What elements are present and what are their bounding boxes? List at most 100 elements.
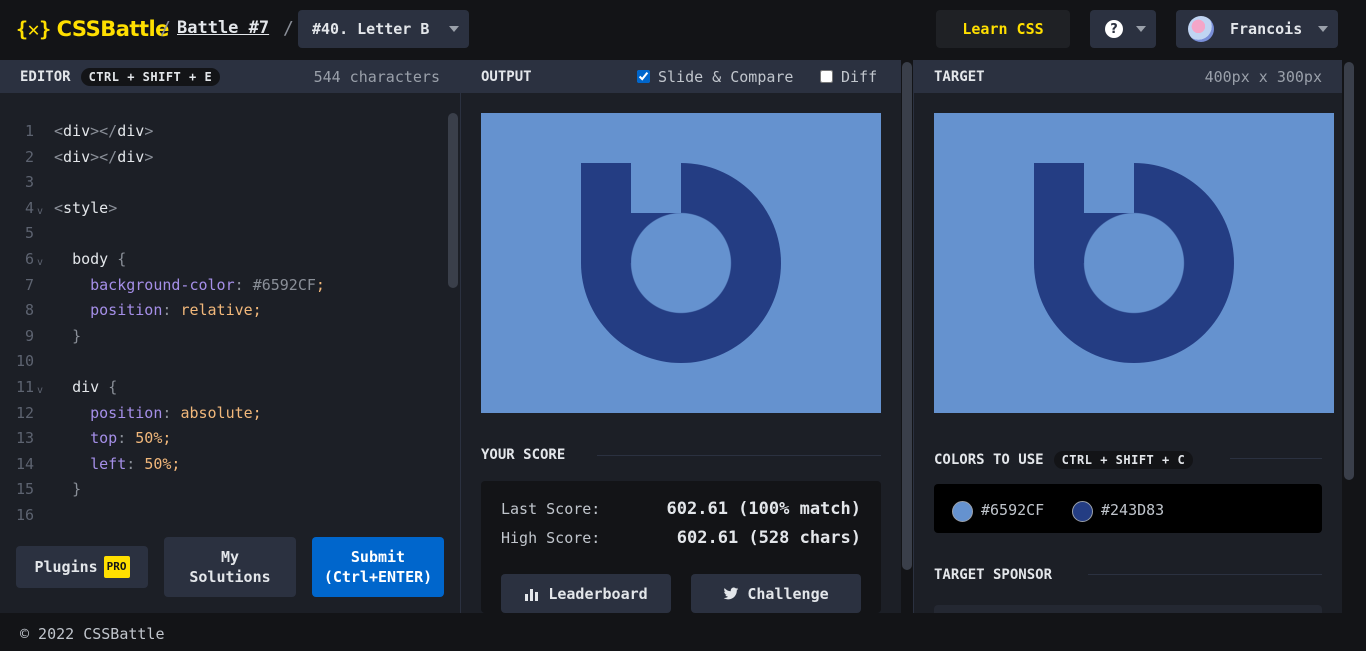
last-score-value: 602.61 (100% match) (666, 499, 861, 519)
your-score-title: YOUR SCORE (481, 447, 566, 463)
twitter-icon (724, 587, 739, 599)
breadcrumb-separator: / (160, 18, 171, 39)
diff-checkbox[interactable] (820, 70, 833, 83)
code-text: background-color: #6592CF; (90, 275, 325, 294)
color-swatch[interactable] (952, 501, 973, 522)
logo-mark-icon: {✕} (16, 17, 51, 41)
line-number: 10 (15, 352, 34, 371)
code-line[interactable]: 16 (0, 503, 445, 529)
plugins-label: Plugins (34, 558, 98, 576)
colors-shortcut-badge: CTRL + SHIFT + C (1053, 451, 1194, 469)
pro-badge: PRO (103, 556, 130, 578)
battle-link[interactable]: Battle #7 (177, 18, 269, 38)
submit-button[interactable]: Submit (Ctrl+ENTER) (312, 537, 444, 597)
line-number: 12 (15, 403, 34, 422)
code-line[interactable]: 2 <div></div> (0, 145, 445, 171)
code-line[interactable]: 6v body { (0, 247, 445, 273)
line-number: 15 (15, 480, 34, 499)
code-line[interactable]: 7 background-color: #6592CF; (0, 273, 445, 299)
cssbattle-logo[interactable]: {✕} CSSBattle (16, 17, 169, 41)
colors-palette: #6592CF #243D83 (934, 484, 1322, 533)
code-editor[interactable]: 1 <div></div> 2 <div></div> 3 4 v <style> 5 6 v bo… (0, 93, 460, 613)
output-title: OUTPUT (481, 68, 532, 85)
code-line[interactable]: 14 left: 50%; (0, 452, 445, 478)
copyright-text: © 2022 CSSBattle (20, 625, 165, 643)
user-menu-button[interactable]: Francois (1176, 10, 1338, 48)
diff-label: Diff (841, 67, 878, 86)
code-text: body { (72, 249, 127, 268)
code-text: } (72, 326, 82, 345)
code-line[interactable]: 8 position: relative; (0, 298, 445, 324)
character-count: 544 characters (313, 67, 440, 86)
target-dimensions: 400px x 300px (1204, 67, 1322, 86)
target-select-value: #40. Letter B (312, 20, 430, 38)
slide-compare-toggle[interactable]: Slide & Compare (637, 68, 793, 86)
code-line[interactable]: 12 position: absolute; (0, 401, 445, 427)
footer: © 2022 CSSBattle (0, 613, 1366, 651)
code-text: <style> (54, 198, 118, 217)
line-number: 7 (24, 275, 34, 294)
line-number: 3 (24, 173, 34, 192)
output-shape-bar (581, 163, 631, 263)
code-lines[interactable]: 1 <div></div> 2 <div></div> 3 4 v <style> 5 6 v bo… (0, 119, 445, 529)
code-line[interactable]: 4 v <style> (0, 196, 445, 222)
line-number: 4 (24, 198, 34, 217)
slide-compare-label: Slide & Compare (658, 67, 794, 86)
help-icon: ? (1105, 20, 1123, 38)
target-header: TARGET 400px x 300px (914, 60, 1342, 93)
high-score-label: High Score: (501, 529, 601, 547)
line-number: 16 (15, 505, 34, 524)
color-swatch[interactable] (1072, 501, 1093, 522)
code-line[interactable]: 15 } (0, 477, 445, 503)
code-line[interactable]: 9 } (0, 324, 445, 350)
target-shape-cut (1084, 163, 1134, 213)
code-line[interactable]: 1 <div></div> (0, 119, 445, 145)
line-number: 9 (24, 326, 34, 345)
learn-css-button[interactable]: Learn CSS (936, 10, 1070, 48)
code-text: left: 50%; (90, 454, 181, 473)
editor-header: EDITOR CTRL + SHIFT + E 544 characters (0, 60, 460, 93)
code-text: <div></div> (54, 147, 154, 166)
submit-label-wrap: Submit (Ctrl+ENTER) (324, 547, 432, 587)
target-select-dropdown[interactable]: #40. Letter B (298, 10, 469, 48)
chevron-down-icon (449, 26, 459, 32)
code-text: top: 50%; (90, 429, 172, 448)
code-line[interactable]: 11 v div { (0, 375, 445, 401)
code-text: position: absolute; (90, 403, 262, 422)
target-sponsor-title: TARGET SPONSOR (934, 567, 1053, 583)
code-text: } (72, 480, 82, 499)
help-menu-button[interactable]: ? (1090, 10, 1156, 48)
section-rule (1088, 574, 1322, 575)
line-number: 11 (15, 377, 34, 396)
high-score-value: 602.61 (528 chars) (676, 528, 861, 548)
target-scrollbar[interactable] (1344, 62, 1354, 480)
line-number: 6 (24, 249, 34, 268)
code-line[interactable]: 5 (0, 221, 445, 247)
submit-label: Submit (350, 548, 406, 566)
logo-text: CSSBattle (56, 17, 170, 41)
line-number: 14 (15, 454, 34, 473)
output-header: OUTPUT Slide & Compare Diff (461, 60, 901, 93)
slide-compare-checkbox[interactable] (637, 70, 650, 83)
code-line[interactable]: 13 top: 50%; (0, 426, 445, 452)
output-canvas[interactable] (481, 113, 881, 413)
plugins-button[interactable]: Plugins PRO (16, 546, 148, 588)
color-hex-label[interactable]: #243D83 (1101, 501, 1164, 519)
editor-title: EDITOR (20, 68, 71, 85)
section-rule (597, 455, 881, 456)
code-line[interactable]: 3 (0, 170, 445, 196)
color-hex-label[interactable]: #6592CF (981, 501, 1044, 519)
editor-scrollbar[interactable] (448, 113, 458, 288)
output-scrollbar[interactable] (902, 62, 912, 570)
breadcrumb-separator: / (283, 18, 294, 39)
target-canvas[interactable] (934, 113, 1334, 413)
target-shape-bar (1034, 163, 1084, 263)
my-solutions-button[interactable]: My Solutions (164, 537, 296, 597)
diff-toggle[interactable]: Diff (820, 68, 877, 86)
leaderboard-button[interactable]: Leaderboard (501, 574, 671, 613)
section-rule (1230, 458, 1322, 459)
chevron-down-icon (1318, 26, 1328, 32)
code-line[interactable]: 10 (0, 349, 445, 375)
editor-shortcut-badge: CTRL + SHIFT + E (80, 67, 221, 86)
challenge-button[interactable]: Challenge (691, 574, 861, 613)
